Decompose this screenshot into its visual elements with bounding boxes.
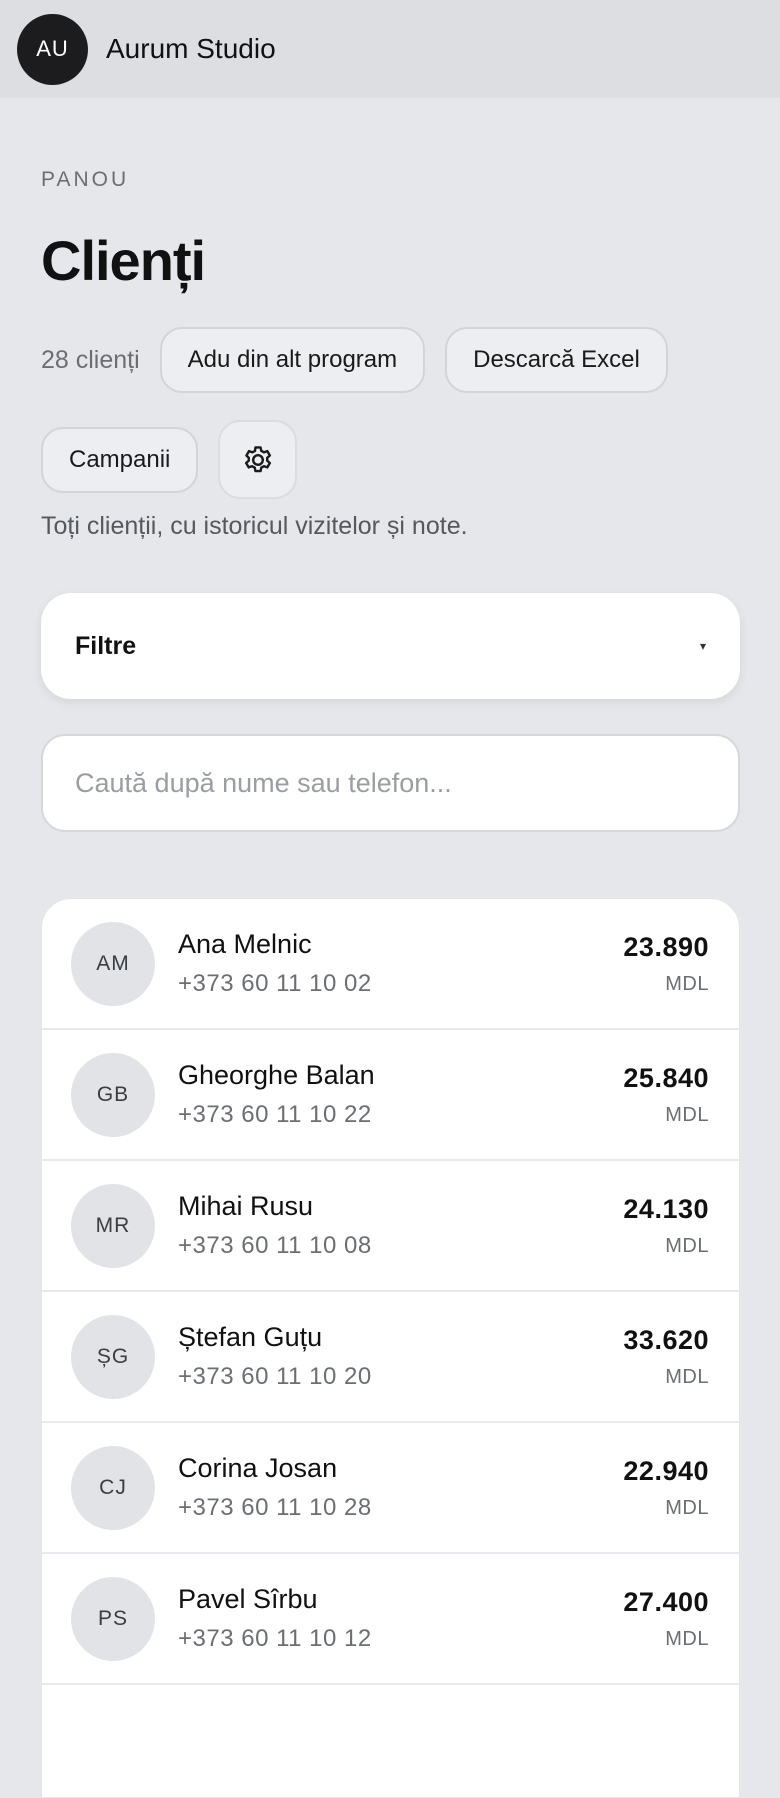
app-header: AU Aurum Studio <box>0 0 780 98</box>
client-info: Pavel Sîrbu +373 60 11 10 12 <box>178 1584 623 1653</box>
amount-value: 23.890 <box>623 931 709 962</box>
settings-button[interactable] <box>218 420 298 499</box>
amount-value: 22.940 <box>623 1455 709 1486</box>
client-phone: +373 60 11 10 02 <box>178 970 372 997</box>
client-avatar: PS <box>71 1576 155 1661</box>
client-amount: 24.130 MDL <box>623 1194 709 1258</box>
amount-currency: MDL <box>665 1365 709 1388</box>
client-amount: 27.400 MDL <box>623 1587 709 1651</box>
page-eyebrow: PANOU <box>41 168 130 191</box>
export-excel-button[interactable]: Descarcă Excel <box>445 327 668 393</box>
amount-currency: MDL <box>665 972 709 995</box>
org-name: Aurum Studio <box>106 33 276 64</box>
amount-currency: MDL <box>665 1627 709 1650</box>
client-name: Ștefan Guțu <box>178 1322 323 1352</box>
client-row[interactable]: ȘG Ștefan Guțu +373 60 11 10 20 33.620 M… <box>42 1292 739 1423</box>
amount-currency: MDL <box>665 1234 709 1257</box>
client-name: Gheorghe Balan <box>178 1060 375 1090</box>
client-phone: +373 60 11 10 20 <box>178 1363 372 1390</box>
client-info: Mihai Rusu +373 60 11 10 08 <box>178 1191 623 1260</box>
client-avatar: ȘG <box>71 1314 155 1399</box>
client-phone: +373 60 11 10 22 <box>178 1101 372 1128</box>
actions-row-2: Campanii <box>41 420 298 499</box>
client-info: Ștefan Guțu +373 60 11 10 20 <box>178 1322 623 1391</box>
page-description: Toți clienții, cu istoricul vizitelor și… <box>41 512 468 540</box>
import-button[interactable]: Adu din alt program <box>159 327 426 393</box>
client-list: AM Ana Melnic +373 60 11 10 02 23.890 MD… <box>41 898 740 1798</box>
client-row[interactable]: MR Mihai Rusu +373 60 11 10 08 24.130 MD… <box>42 1161 739 1292</box>
client-row[interactable]: CJ Corina Josan +373 60 11 10 28 22.940 … <box>42 1423 739 1554</box>
amount-value: 25.840 <box>623 1062 709 1093</box>
amount-currency: MDL <box>665 1103 709 1126</box>
page-title: Clienți <box>41 229 206 292</box>
client-amount: 22.940 MDL <box>623 1456 709 1520</box>
client-info: Gheorghe Balan +373 60 11 10 22 <box>178 1060 623 1129</box>
client-count: 28 clienți <box>41 345 140 374</box>
client-amount: 33.620 MDL <box>623 1325 709 1389</box>
amount-currency: MDL <box>665 1496 709 1519</box>
client-avatar: CJ <box>71 1445 155 1530</box>
client-phone: +373 60 11 10 28 <box>178 1494 372 1521</box>
client-phone: +373 60 11 10 08 <box>178 1232 372 1259</box>
client-row[interactable]: GB Gheorghe Balan +373 60 11 10 22 25.84… <box>42 1030 739 1161</box>
org-avatar[interactable]: AU <box>17 13 88 85</box>
amount-value: 27.400 <box>623 1586 709 1617</box>
client-avatar: MR <box>71 1183 155 1268</box>
search-input[interactable] <box>75 767 706 799</box>
caret-down-icon: ▾ <box>699 639 706 653</box>
client-row[interactable]: PS Pavel Sîrbu +373 60 11 10 12 27.400 M… <box>42 1554 739 1685</box>
client-amount: 23.890 MDL <box>623 932 709 996</box>
search-field[interactable] <box>41 734 740 832</box>
client-phone: +373 60 11 10 12 <box>178 1625 372 1652</box>
client-info: Ana Melnic +373 60 11 10 02 <box>178 929 623 998</box>
gear-icon <box>244 445 271 472</box>
client-avatar: GB <box>71 1052 155 1137</box>
client-name: Corina Josan <box>178 1453 338 1483</box>
amount-value: 33.620 <box>623 1324 709 1355</box>
campaigns-button[interactable]: Campanii <box>41 426 199 493</box>
client-name: Mihai Rusu <box>178 1191 314 1221</box>
client-row[interactable]: AM Ana Melnic +373 60 11 10 02 23.890 MD… <box>42 899 739 1030</box>
amount-value: 24.130 <box>623 1193 709 1224</box>
client-info: Corina Josan +373 60 11 10 28 <box>178 1453 623 1522</box>
client-name: Ana Melnic <box>178 929 312 959</box>
filters-label: Filtre <box>75 631 137 660</box>
actions-row: 28 clienți Adu din alt program Descarcă … <box>41 327 668 393</box>
client-amount: 25.840 MDL <box>623 1063 709 1127</box>
filters-dropdown[interactable]: Filtre ▾ <box>41 593 740 699</box>
client-name: Pavel Sîrbu <box>178 1584 318 1614</box>
client-avatar: AM <box>71 921 155 1006</box>
